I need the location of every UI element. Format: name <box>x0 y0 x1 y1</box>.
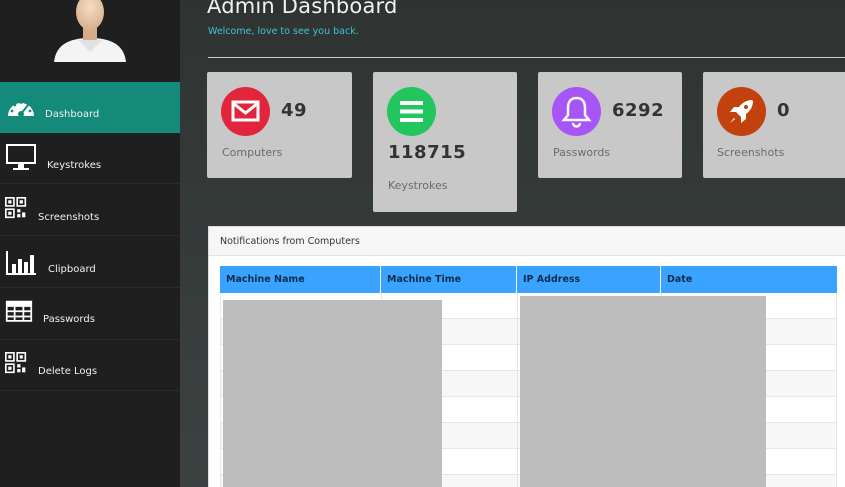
redacted-ip-addresses <box>520 296 766 487</box>
table-icon <box>5 300 33 322</box>
sidebar-item-keystrokes[interactable]: Keystrokes <box>0 133 180 184</box>
stat-count: 49 <box>281 100 308 121</box>
panel-title: Notifications from Computers <box>220 236 360 247</box>
sidebar-item-delete-logs[interactable]: Delete Logs <box>0 340 180 391</box>
table-header: Machine Name Machine Time IP Address Dat… <box>220 266 837 293</box>
sidebar-item-label: Screenshots <box>38 212 100 223</box>
dashboard-gauge-icon <box>8 101 34 117</box>
bell-icon <box>552 87 601 136</box>
stat-card-computers[interactable]: 49 Computers <box>207 72 352 178</box>
sidebar-item-label: Dashboard <box>45 109 100 120</box>
avatar-area <box>0 0 180 82</box>
stat-card-passwords[interactable]: 6292 Passwords <box>538 72 682 178</box>
stat-label: Computers <box>222 146 283 159</box>
column-header-ip-address[interactable]: IP Address <box>517 266 661 293</box>
bar-chart-icon <box>6 251 36 275</box>
stat-label: Screenshots <box>717 146 785 159</box>
welcome-subtitle: Welcome, love to see you back. <box>208 26 359 37</box>
sidebar-item-label: Passwords <box>43 314 95 325</box>
column-header-machine-name[interactable]: Machine Name <box>220 266 381 293</box>
stat-count: 118715 <box>388 142 467 163</box>
list-icon <box>387 87 436 136</box>
stat-label: Keystrokes <box>388 179 448 192</box>
avatar <box>54 0 126 62</box>
envelope-icon <box>221 87 270 136</box>
panel-header: Notifications from Computers <box>209 227 845 256</box>
rocket-icon <box>717 87 766 136</box>
stat-label: Passwords <box>553 146 611 159</box>
qr-code-icon <box>5 352 27 374</box>
stat-count: 0 <box>777 100 791 121</box>
page-title: Admin Dashboard <box>207 0 398 18</box>
header-divider <box>208 57 845 58</box>
sidebar: Dashboard Keystrokes Screenshots Clipboa… <box>0 0 180 487</box>
stat-count: 6292 <box>612 100 665 121</box>
stat-card-screenshots[interactable]: 0 Screenshots <box>703 72 845 178</box>
column-header-machine-time[interactable]: Machine Time <box>381 266 517 293</box>
sidebar-item-dashboard[interactable]: Dashboard <box>0 82 180 133</box>
sidebar-item-label: Delete Logs <box>38 366 98 377</box>
sidebar-item-label: Keystrokes <box>47 160 102 171</box>
qr-code-icon <box>5 197 27 219</box>
sidebar-item-passwords[interactable]: Passwords <box>0 289 180 340</box>
column-header-date[interactable]: Date <box>661 266 837 293</box>
sidebar-item-label: Clipboard <box>48 264 96 275</box>
sidebar-item-clipboard[interactable]: Clipboard <box>0 237 180 288</box>
notifications-panel: Notifications from Computers Machine Nam… <box>208 226 845 487</box>
monitor-icon <box>6 144 36 170</box>
sidebar-item-screenshots[interactable]: Screenshots <box>0 185 180 236</box>
main-content: Admin Dashboard Welcome, love to see you… <box>180 0 845 487</box>
redacted-machine-names <box>223 300 442 487</box>
stat-card-keystrokes[interactable]: 118715 Keystrokes <box>373 72 517 212</box>
